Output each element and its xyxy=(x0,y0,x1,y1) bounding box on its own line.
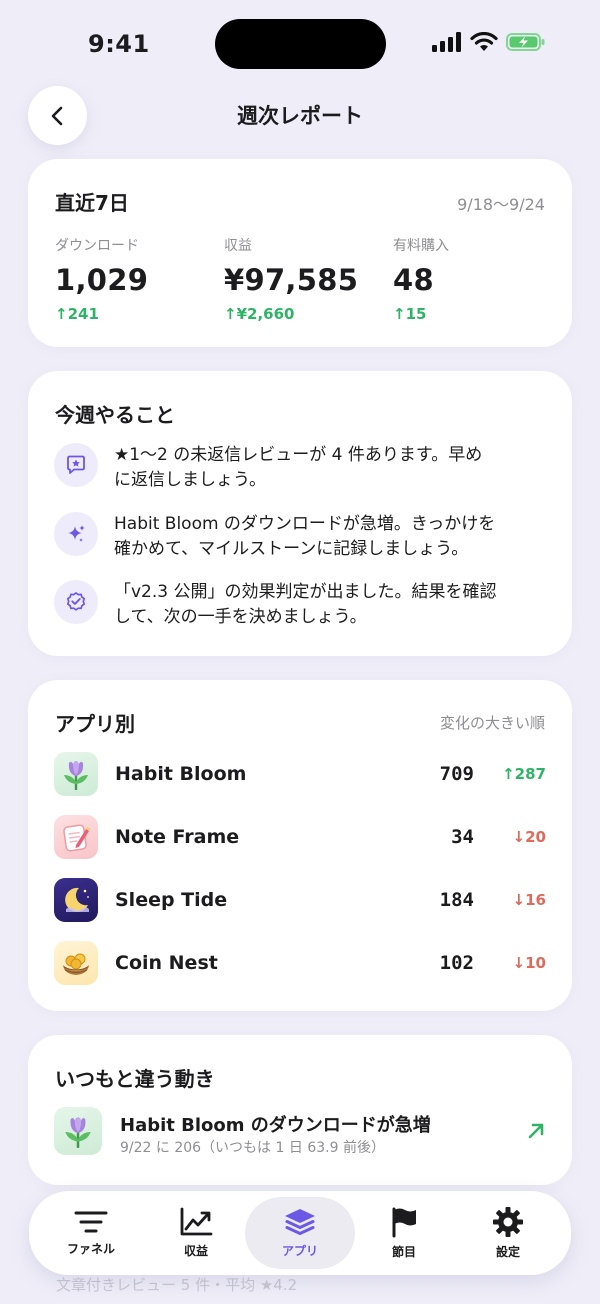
metric-value: ¥97,585 xyxy=(224,263,359,297)
apps-title: アプリ別 xyxy=(55,712,135,736)
gear-icon xyxy=(493,1207,523,1237)
chart-up-icon xyxy=(180,1207,213,1236)
metric-delta: ↑241 xyxy=(55,305,99,323)
peek-review-summary: 文章付きレビュー 5 件・平均 ★4.2 xyxy=(56,1276,298,1294)
tab-label: 節目 xyxy=(391,1245,416,1259)
metric-delta: ↑¥2,660 xyxy=(224,305,295,323)
app-count: 709 xyxy=(439,763,474,785)
unusual-title: いつもと違う動き xyxy=(55,1067,215,1091)
verified-badge-icon xyxy=(54,580,98,624)
unusual-card[interactable]: いつもと違う動き Habit Bloom のダウンロードが急増 9/22 に 2… xyxy=(28,1035,572,1185)
todo-card: 今週やること ★1〜2 の未返信レビューが 4 件あります。早め に返信しましょ… xyxy=(28,371,572,656)
app-count: 34 xyxy=(451,826,474,848)
unusual-item-subtitle: 9/22 に 206（いつもは 1 日 63.9 前後） xyxy=(120,1140,385,1156)
todo-text-line: Habit Bloom のダウンロードが急増。きっかけを xyxy=(114,514,496,534)
todo-text-line: 確かめて、マイルストーンに記録しましょう。 xyxy=(114,539,469,559)
summary-card: 直近7日 9/18〜9/24 ダウンロード 1,029 ↑241 収益 ¥97,… xyxy=(28,159,572,347)
tab-label: 設定 xyxy=(495,1245,520,1259)
app-delta: ↓10 xyxy=(512,954,546,972)
moon-icon xyxy=(54,878,98,922)
todo-text-line: 「v2.3 公開」の効果判定が出ました。結果を確認 xyxy=(114,582,497,602)
app-row-sleep-tide[interactable]: Sleep Tide 184 ↓16 xyxy=(54,878,546,924)
tab-settings[interactable]: 設定 xyxy=(453,1197,563,1269)
metric-label: ダウンロード xyxy=(55,238,139,254)
todo-text-line: して、次の一手を決めましょう。 xyxy=(114,607,367,627)
app-delta: ↓16 xyxy=(512,891,546,909)
tab-label: ファネル xyxy=(66,1242,115,1256)
todo-item[interactable]: Habit Bloom のダウンロードが急増。きっかけを 確かめて、マイルストー… xyxy=(54,512,554,562)
app-count: 102 xyxy=(439,952,474,974)
funnel-icon xyxy=(74,1211,108,1233)
notepad-icon xyxy=(54,815,98,859)
layers-icon xyxy=(285,1209,315,1235)
app-row-habit-bloom[interactable]: Habit Bloom 709 ↑287 xyxy=(54,752,546,798)
metric-label: 収益 xyxy=(224,238,252,254)
page-title: 週次レポート xyxy=(237,104,363,128)
status-time: 9:41 xyxy=(88,30,150,58)
apps-card: アプリ別 変化の大きい順 Habit Bloom 709 ↑287 Note F… xyxy=(28,680,572,1011)
arrow-up-right-icon xyxy=(528,1123,544,1139)
tab-milestones[interactable]: 節目 xyxy=(349,1197,459,1269)
todo-item[interactable]: 「v2.3 公開」の効果判定が出ました。結果を確認 して、次の一手を決めましょう… xyxy=(54,580,554,630)
metric-revenue: 収益 ¥97,585 ↑¥2,660 xyxy=(224,235,358,323)
tulip-icon xyxy=(54,752,98,796)
flag-icon xyxy=(392,1207,416,1238)
app-delta: ↓20 xyxy=(512,828,546,846)
todo-item[interactable]: ★1〜2 の未返信レビューが 4 件あります。早め に返信しましょう。 xyxy=(54,443,554,493)
tab-revenue[interactable]: 収益 xyxy=(141,1197,251,1269)
tab-label: アプリ xyxy=(281,1244,318,1258)
app-delta: ↑287 xyxy=(502,765,546,783)
metric-value: 48 xyxy=(393,263,434,297)
tulip-icon xyxy=(54,1107,102,1155)
summary-title: 直近7日 xyxy=(55,191,129,215)
date-range: 9/18〜9/24 xyxy=(457,195,545,214)
app-row-coin-nest[interactable]: Coin Nest 102 ↓10 xyxy=(54,941,546,987)
tab-apps[interactable]: アプリ xyxy=(245,1197,355,1269)
status-bar: 9:41 xyxy=(0,0,600,90)
tab-bar: ファネル 収益 アプリ 節目 設定 xyxy=(29,1191,571,1275)
star-message-icon xyxy=(54,443,98,487)
todo-title: 今週やること xyxy=(55,403,175,427)
app-name: Note Frame xyxy=(115,826,240,848)
sparkle-icon xyxy=(54,512,98,556)
signal-icon xyxy=(432,32,461,52)
tab-funnel[interactable]: ファネル xyxy=(36,1197,146,1269)
battery-icon xyxy=(506,33,545,51)
coin-nest-icon xyxy=(54,941,98,985)
status-icons xyxy=(432,32,546,52)
metric-value: 1,029 xyxy=(55,263,149,297)
metric-downloads: ダウンロード 1,029 ↑241 xyxy=(55,235,148,323)
todo-text-line: ★1〜2 の未返信レビューが 4 件あります。早め xyxy=(114,445,483,465)
unusual-item-title: Habit Bloom のダウンロードが急増 xyxy=(120,1115,431,1136)
tab-label: 収益 xyxy=(183,1244,208,1258)
app-row-note-frame[interactable]: Note Frame 34 ↓20 xyxy=(54,815,546,861)
app-count: 184 xyxy=(439,889,474,911)
sort-label[interactable]: 変化の大きい順 xyxy=(440,712,545,733)
dynamic-island xyxy=(215,19,386,69)
metric-label: 有料購入 xyxy=(393,238,449,254)
app-name: Coin Nest xyxy=(115,952,218,974)
app-name: Habit Bloom xyxy=(115,763,247,785)
metric-delta: ↑15 xyxy=(393,305,427,323)
wifi-icon xyxy=(470,32,498,51)
todo-text-line: に返信しましょう。 xyxy=(114,470,266,490)
app-name: Sleep Tide xyxy=(115,889,228,911)
metric-purchases: 有料購入 48 ↑15 xyxy=(393,235,449,323)
